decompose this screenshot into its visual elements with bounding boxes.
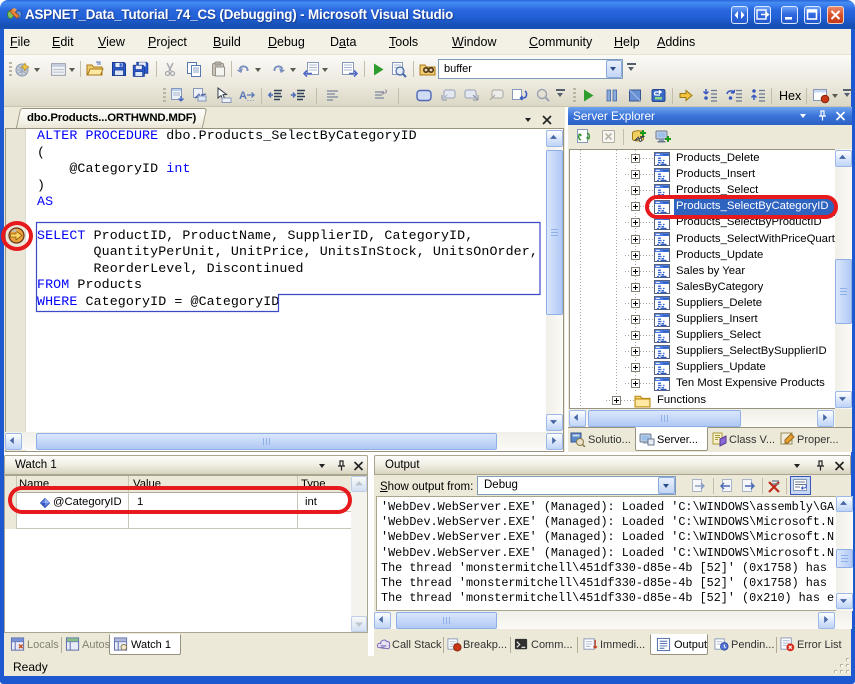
svg-text:A: A xyxy=(239,90,247,102)
